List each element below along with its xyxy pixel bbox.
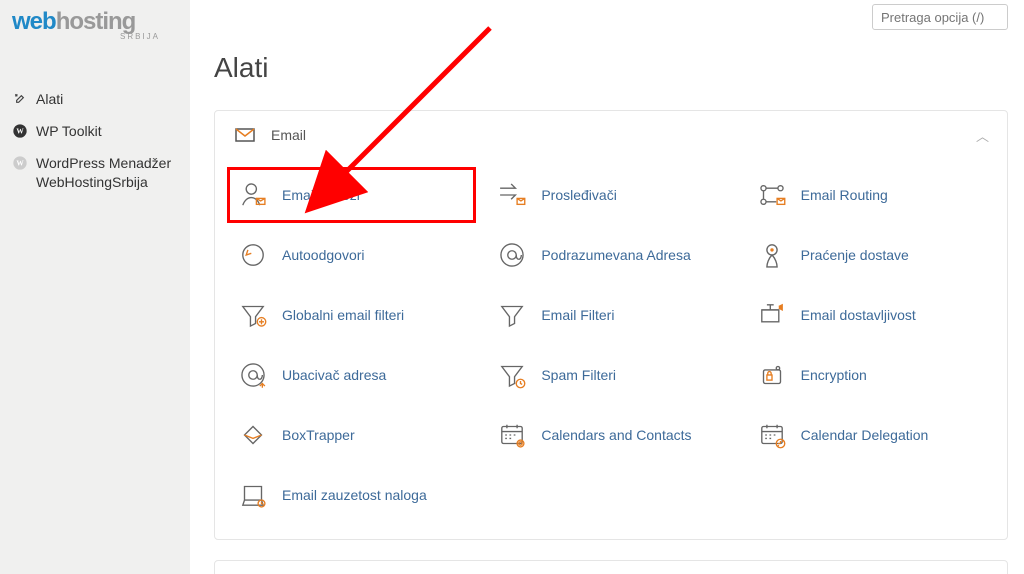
track-delivery-icon xyxy=(755,238,789,272)
item-default-address[interactable]: Podrazumevana Adresa xyxy=(486,227,735,283)
calendar-icon xyxy=(495,418,529,452)
item-encryption[interactable]: Encryption xyxy=(746,347,995,403)
item-label: Email dostavljivost xyxy=(801,307,916,323)
item-deliverability[interactable]: Email dostavljivost xyxy=(746,287,995,343)
item-global-filters[interactable]: Globalni email filteri xyxy=(227,287,476,343)
item-label: Email Filteri xyxy=(541,307,614,323)
panel-email-title: Email xyxy=(271,127,962,143)
global-filters-icon xyxy=(236,298,270,332)
item-calendars-contacts[interactable]: Calendars and Contacts xyxy=(486,407,735,463)
sidebar-item-wpmanager[interactable]: W WordPress Menadžer WebHostingSrbija xyxy=(0,147,190,197)
item-label: Praćenje dostave xyxy=(801,247,909,263)
svg-text:W: W xyxy=(16,159,24,168)
item-spam-filters[interactable]: Spam Filteri xyxy=(486,347,735,403)
routing-icon xyxy=(755,178,789,212)
main: Alati Email ︿ Email Nalozi xyxy=(190,0,1024,574)
logo-part2: hosting xyxy=(56,8,136,35)
item-address-importer[interactable]: Ubacivač adresa xyxy=(227,347,476,403)
item-label: Encryption xyxy=(801,367,867,383)
item-track-delivery[interactable]: Praćenje dostave xyxy=(746,227,995,283)
address-importer-icon xyxy=(236,358,270,392)
accounts-icon xyxy=(236,178,270,212)
panel-email-body: Email Nalozi Prosleđivači Email Routing xyxy=(215,159,1007,539)
item-label: Spam Filteri xyxy=(541,367,616,383)
wordpress-icon: W xyxy=(12,155,28,171)
item-email-routing[interactable]: Email Routing xyxy=(746,167,995,223)
sidebar-nav: Alati W WP Toolkit W WordPress Menadžer … xyxy=(0,49,190,198)
disk-usage-icon xyxy=(236,478,270,512)
item-calendar-delegation[interactable]: Calendar Delegation xyxy=(746,407,995,463)
item-label: Globalni email filteri xyxy=(282,307,404,323)
item-label: BoxTrapper xyxy=(282,427,355,443)
spam-filters-icon xyxy=(495,358,529,392)
item-label: Calendars and Contacts xyxy=(541,427,691,443)
item-disk-usage[interactable]: Email zauzetost naloga xyxy=(227,467,476,523)
item-label: Calendar Delegation xyxy=(801,427,929,443)
wordpress-icon: W xyxy=(12,123,28,139)
tools-icon xyxy=(12,91,28,107)
item-label: Email Routing xyxy=(801,187,888,203)
boxtrapper-icon xyxy=(236,418,270,452)
item-boxtrapper[interactable]: BoxTrapper xyxy=(227,407,476,463)
panel-email-header[interactable]: Email ︿ xyxy=(215,111,1007,159)
sidebar: webhosting SRBIJA Alati W WP Toolkit W xyxy=(0,0,190,574)
sidebar-item-label: WP Toolkit xyxy=(36,122,102,140)
sidebar-item-label: Alati xyxy=(36,90,63,108)
item-label: Podrazumevana Adresa xyxy=(541,247,690,263)
default-address-icon xyxy=(495,238,529,272)
search-input[interactable] xyxy=(872,4,1008,30)
item-label: Autoodgovori xyxy=(282,247,365,263)
sidebar-item-wptoolkit[interactable]: W WP Toolkit xyxy=(0,115,190,147)
item-email-nalozi[interactable]: Email Nalozi xyxy=(227,167,476,223)
sidebar-item-label: WordPress Menadžer WebHostingSrbija xyxy=(36,154,178,190)
topbar xyxy=(214,0,1008,30)
item-label: Ubacivač adresa xyxy=(282,367,386,383)
item-prosledjivaci[interactable]: Prosleđivači xyxy=(486,167,735,223)
deliverability-icon xyxy=(755,298,789,332)
email-grid: Email Nalozi Prosleđivači Email Routing xyxy=(227,167,995,523)
logo: webhosting SRBIJA xyxy=(0,0,190,49)
item-autoodgovori[interactable]: Autoodgovori xyxy=(227,227,476,283)
email-filters-icon xyxy=(495,298,529,332)
panel-files: Fajlovi ︿ xyxy=(214,560,1008,574)
calendar-delegation-icon xyxy=(755,418,789,452)
autoresponders-icon xyxy=(236,238,270,272)
item-email-filters[interactable]: Email Filteri xyxy=(486,287,735,343)
mail-icon xyxy=(233,123,257,147)
logo-part1: web xyxy=(12,8,56,35)
item-label: Prosleđivači xyxy=(541,187,616,203)
panel-email: Email ︿ Email Nalozi Prosleđ xyxy=(214,110,1008,540)
forwarders-icon xyxy=(495,178,529,212)
chevron-up-icon: ︿ xyxy=(976,126,989,145)
panel-files-header[interactable]: Fajlovi ︿ xyxy=(215,561,1007,574)
sidebar-item-alati[interactable]: Alati xyxy=(0,83,190,115)
encryption-icon xyxy=(755,358,789,392)
page-title: Alati xyxy=(214,52,1008,84)
svg-text:W: W xyxy=(16,127,24,136)
item-label: Email Nalozi xyxy=(282,187,360,203)
item-label: Email zauzetost naloga xyxy=(282,487,427,503)
